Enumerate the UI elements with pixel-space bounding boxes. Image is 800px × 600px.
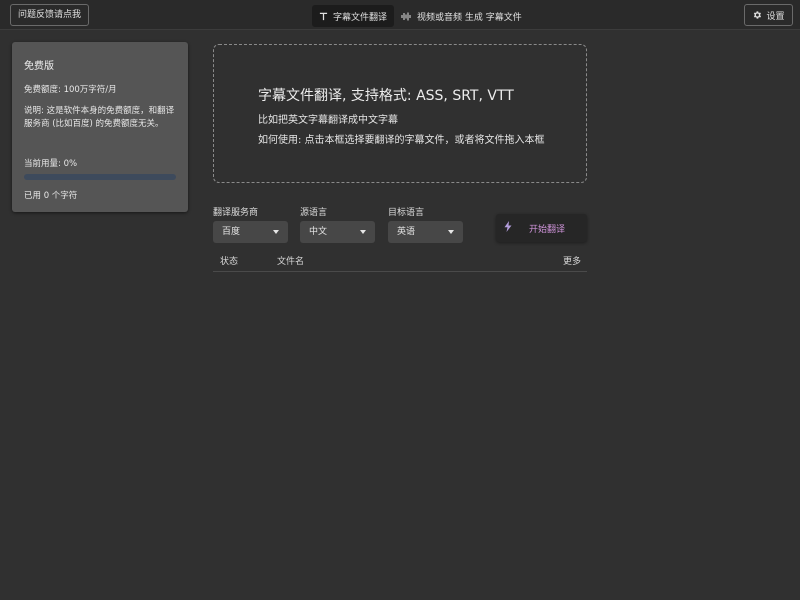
file-table-header: 状态 文件名 更多 [213,250,587,272]
settings-label: 设置 [766,11,785,22]
column-more: 更多 [562,257,581,267]
caret-down-icon [273,230,279,234]
dropzone-instructions: 如何使用: 点击本框选择要翻译的字幕文件，或者将文件拖入本框 [258,135,545,146]
used-chars: 已用 0 个字符 [24,191,78,201]
target-language-value: 英语 [397,227,416,237]
usage-label: 当前用量: 0% [24,159,78,169]
target-language-label: 目标语言 [388,208,425,218]
dropzone-example: 比如把英文字幕翻译成中文字幕 [258,115,398,126]
column-filename: 文件名 [277,257,305,267]
provider-label: 翻译服务商 [213,208,259,218]
start-translation-label: 开始翻译 [529,225,566,235]
target-language-select[interactable]: 英语 [388,221,463,243]
settings-button[interactable]: 设置 [744,4,793,26]
caret-down-icon [360,230,366,234]
gear-icon [754,11,762,19]
mode-tabs: 字幕文件翻译 视频或音频 生成 字幕文件 [312,5,529,27]
file-drop-zone[interactable]: 字幕文件翻译, 支持格式: ASS, SRT, VTT 比如把英文字幕翻译成中文… [213,44,587,183]
top-bar: 问题反馈请点我 字幕文件翻译 视频或音频 生成 字幕文件 设置 [0,0,800,30]
source-language-select[interactable]: 中文 [300,221,375,243]
usage-progress-bar [24,174,176,180]
column-status: 状态 [220,257,239,267]
provider-value: 百度 [222,227,241,237]
tab-subtitle-translation[interactable]: 字幕文件翻译 [312,5,395,27]
waveform-icon [401,12,412,21]
start-translation-button[interactable]: 开始翻译 [496,214,587,242]
text-icon [319,12,328,21]
quota-text: 免费额度: 100万字符/月 [24,85,117,95]
quota-description: 说明: 这是软件本身的免费额度，和翻译服务商 (比如百度) 的免费额度无关。 [24,106,175,129]
lightning-icon [504,221,512,235]
caret-down-icon [448,230,454,234]
tab-label: 视频或音频 生成 字幕文件 [417,12,522,23]
plan-title: 免费版 [24,61,54,72]
tab-generate-subtitles[interactable]: 视频或音频 生成 字幕文件 [394,5,529,27]
dropzone-title: 字幕文件翻译, 支持格式: ASS, SRT, VTT [258,88,514,104]
tab-label: 字幕文件翻译 [333,12,388,23]
source-language-label: 源语言 [300,208,328,218]
feedback-button[interactable]: 问题反馈请点我 [10,4,89,26]
provider-select[interactable]: 百度 [213,221,288,243]
source-language-value: 中文 [309,227,328,237]
